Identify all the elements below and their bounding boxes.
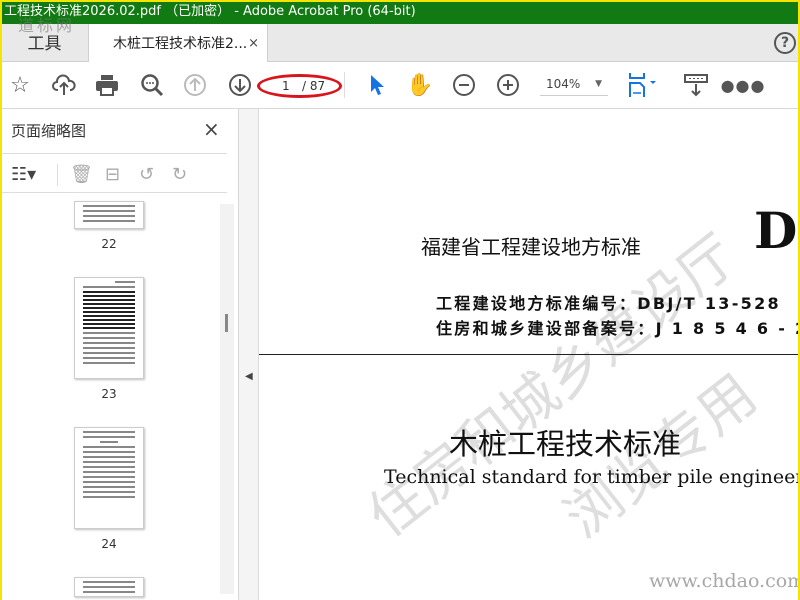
record-number: 住房和城乡建设部备案号：J 1 8 5 4 6 - 2	[436, 319, 798, 338]
thumbnail-panel: 页面缩略图 × ☷▾ 🗑 ⊟ ↺ ↻ 22 23 24	[2, 109, 239, 600]
title-bar: 工程技术标准2026.02.pdf （已加密） - Adobe Acrobat …	[2, 2, 798, 24]
panel-scrollbar[interactable]	[220, 204, 234, 594]
zoom-value: 104%	[546, 77, 581, 91]
cloud-upload-icon[interactable]	[51, 72, 77, 98]
fit-page-icon[interactable]	[628, 72, 662, 98]
page-thumbnail-24[interactable]	[74, 427, 144, 529]
zoom-level-select[interactable]: 104% ▼	[540, 74, 608, 96]
delete-icon[interactable]: 🗑	[70, 164, 93, 185]
tab-bar: 工具 木桩工程技术标准2... × ?	[2, 24, 798, 63]
divider	[344, 72, 345, 98]
hand-tool-icon[interactable]: ✋	[406, 72, 433, 98]
page-thumbnail-25[interactable]	[74, 577, 144, 597]
page-number-field[interactable]: 1 / 87	[257, 74, 342, 98]
standard-number: 工程建设地方标准编号：DBJ/T 13-528	[436, 294, 781, 313]
collapse-arrow-icon[interactable]: ◀	[245, 371, 253, 382]
read-mode-icon[interactable]	[683, 72, 711, 98]
extract-icon[interactable]: ⊟	[105, 164, 120, 185]
page-thumbnail-22[interactable]	[74, 201, 144, 229]
rotate-ccw-icon[interactable]: ↺	[139, 164, 154, 185]
tab-document-label: 木桩工程技术标准2...	[113, 36, 248, 52]
more-options-icon[interactable]: ●●●	[721, 72, 765, 98]
search-icon[interactable]	[139, 72, 165, 98]
panel-title: 页面缩略图	[11, 122, 87, 140]
page-thumbnail-23[interactable]	[74, 277, 144, 379]
document-view: 住房和城乡建设厅 浏览专用 福建省工程建设地方标准 D 工程建设地方标准编号：D…	[259, 109, 798, 600]
zoom-out-icon[interactable]	[451, 72, 477, 98]
document-title-en: Technical standard for timber pile engin…	[384, 466, 798, 488]
zoom-in-icon[interactable]	[495, 72, 521, 98]
options-menu-icon[interactable]: ☷▾	[11, 164, 36, 185]
chevron-down-icon: ▼	[595, 79, 602, 89]
total-pages: / 87	[302, 79, 326, 93]
panel-splitter[interactable]: ◀	[239, 109, 259, 600]
thumbnail-label: 23	[101, 387, 117, 401]
thumbnail-label: 22	[101, 237, 117, 251]
standard-category: 福建省工程建设地方标准	[421, 235, 641, 259]
scrollbar-thumb[interactable]	[225, 314, 228, 332]
current-page-input[interactable]: 1	[282, 77, 290, 95]
divider-line	[259, 354, 798, 355]
document-title-cn: 木桩工程技术标准	[449, 427, 682, 461]
tab-document[interactable]: 木桩工程技术标准2... ×	[88, 24, 268, 63]
previous-page-icon[interactable]	[182, 72, 208, 98]
select-cursor-icon[interactable]	[364, 72, 390, 98]
close-panel-button[interactable]: ×	[203, 117, 220, 141]
logo-watermark: 道标网	[18, 16, 76, 35]
next-page-icon[interactable]	[227, 72, 253, 98]
standard-letter: D	[754, 201, 798, 260]
site-watermark: www.chdao.com	[649, 570, 798, 592]
thumbnail-label: 24	[101, 537, 117, 551]
toolbar: ☆ 1 / 87 ✋ 104% ▼ ●●●	[2, 62, 798, 109]
divider	[57, 164, 58, 186]
close-tab-icon[interactable]: ×	[248, 24, 259, 64]
help-icon[interactable]: ?	[774, 32, 796, 54]
print-icon[interactable]	[94, 72, 120, 98]
star-icon[interactable]: ☆	[7, 72, 33, 98]
panel-toolbar: ☷▾ 🗑 ⊟ ↺ ↻	[2, 153, 227, 193]
rotate-cw-icon[interactable]: ↻	[172, 164, 187, 185]
